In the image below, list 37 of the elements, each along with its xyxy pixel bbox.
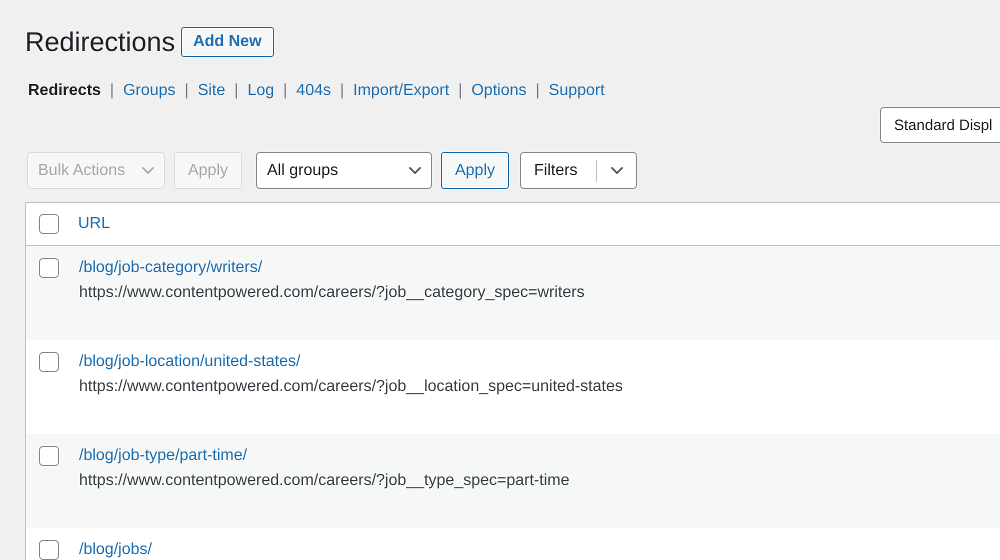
subnav-link[interactable]: Site — [198, 81, 226, 101]
apply-button[interactable]: Apply — [441, 152, 509, 189]
target-url: https://www.contentpowered.com/careers/?job__category_spec=writers — [79, 283, 585, 303]
subnav-link[interactable]: 404s — [296, 81, 331, 101]
row-checkbox[interactable] — [39, 446, 59, 466]
page-title: Redirections — [25, 26, 176, 59]
subnav-link[interactable]: Support — [548, 81, 605, 101]
row-checkbox[interactable] — [39, 352, 59, 372]
subnav-link[interactable]: Redirects — [28, 81, 101, 101]
group-select[interactable]: All groups — [256, 152, 432, 189]
subnav-link[interactable]: Import/Export — [353, 81, 450, 101]
source-url-link[interactable]: /blog/job-location/united-states/ — [79, 352, 623, 372]
subnav-link[interactable]: Options — [471, 81, 526, 101]
target-url: https://www.contentpowered.com/careers/?job__location_spec=united-states — [79, 377, 623, 397]
separator: | — [110, 81, 114, 101]
display-select[interactable]: Standard Displ — [880, 107, 1000, 143]
caret-icon — [610, 167, 622, 174]
separator: | — [283, 81, 288, 101]
separator: | — [234, 81, 238, 101]
caret-icon — [409, 167, 421, 174]
separator: | — [458, 81, 462, 101]
separator: | — [340, 81, 344, 101]
column-header[interactable]: URL — [78, 215, 110, 233]
caret-icon — [142, 167, 154, 174]
separator: | — [184, 81, 189, 101]
subnav-link[interactable]: Log — [247, 81, 274, 101]
select-all-checkbox[interactable] — [39, 214, 59, 234]
target-url: https://www.contentpowered.com/careers/?job__type_spec=part-time — [79, 471, 570, 491]
row-checkbox[interactable] — [39, 540, 59, 560]
source-url-link[interactable]: /blog/jobs/ — [79, 540, 152, 560]
separator: | — [535, 81, 540, 101]
row-checkbox[interactable] — [39, 258, 59, 278]
add-new-button[interactable]: Add New — [181, 27, 274, 57]
subnav-link[interactable]: Groups — [123, 81, 176, 101]
filters-button[interactable]: Filters — [520, 152, 637, 189]
source-url-link[interactable]: /blog/job-category/writers/ — [79, 258, 585, 278]
source-url-link[interactable]: /blog/job-type/part-time/ — [79, 446, 570, 466]
